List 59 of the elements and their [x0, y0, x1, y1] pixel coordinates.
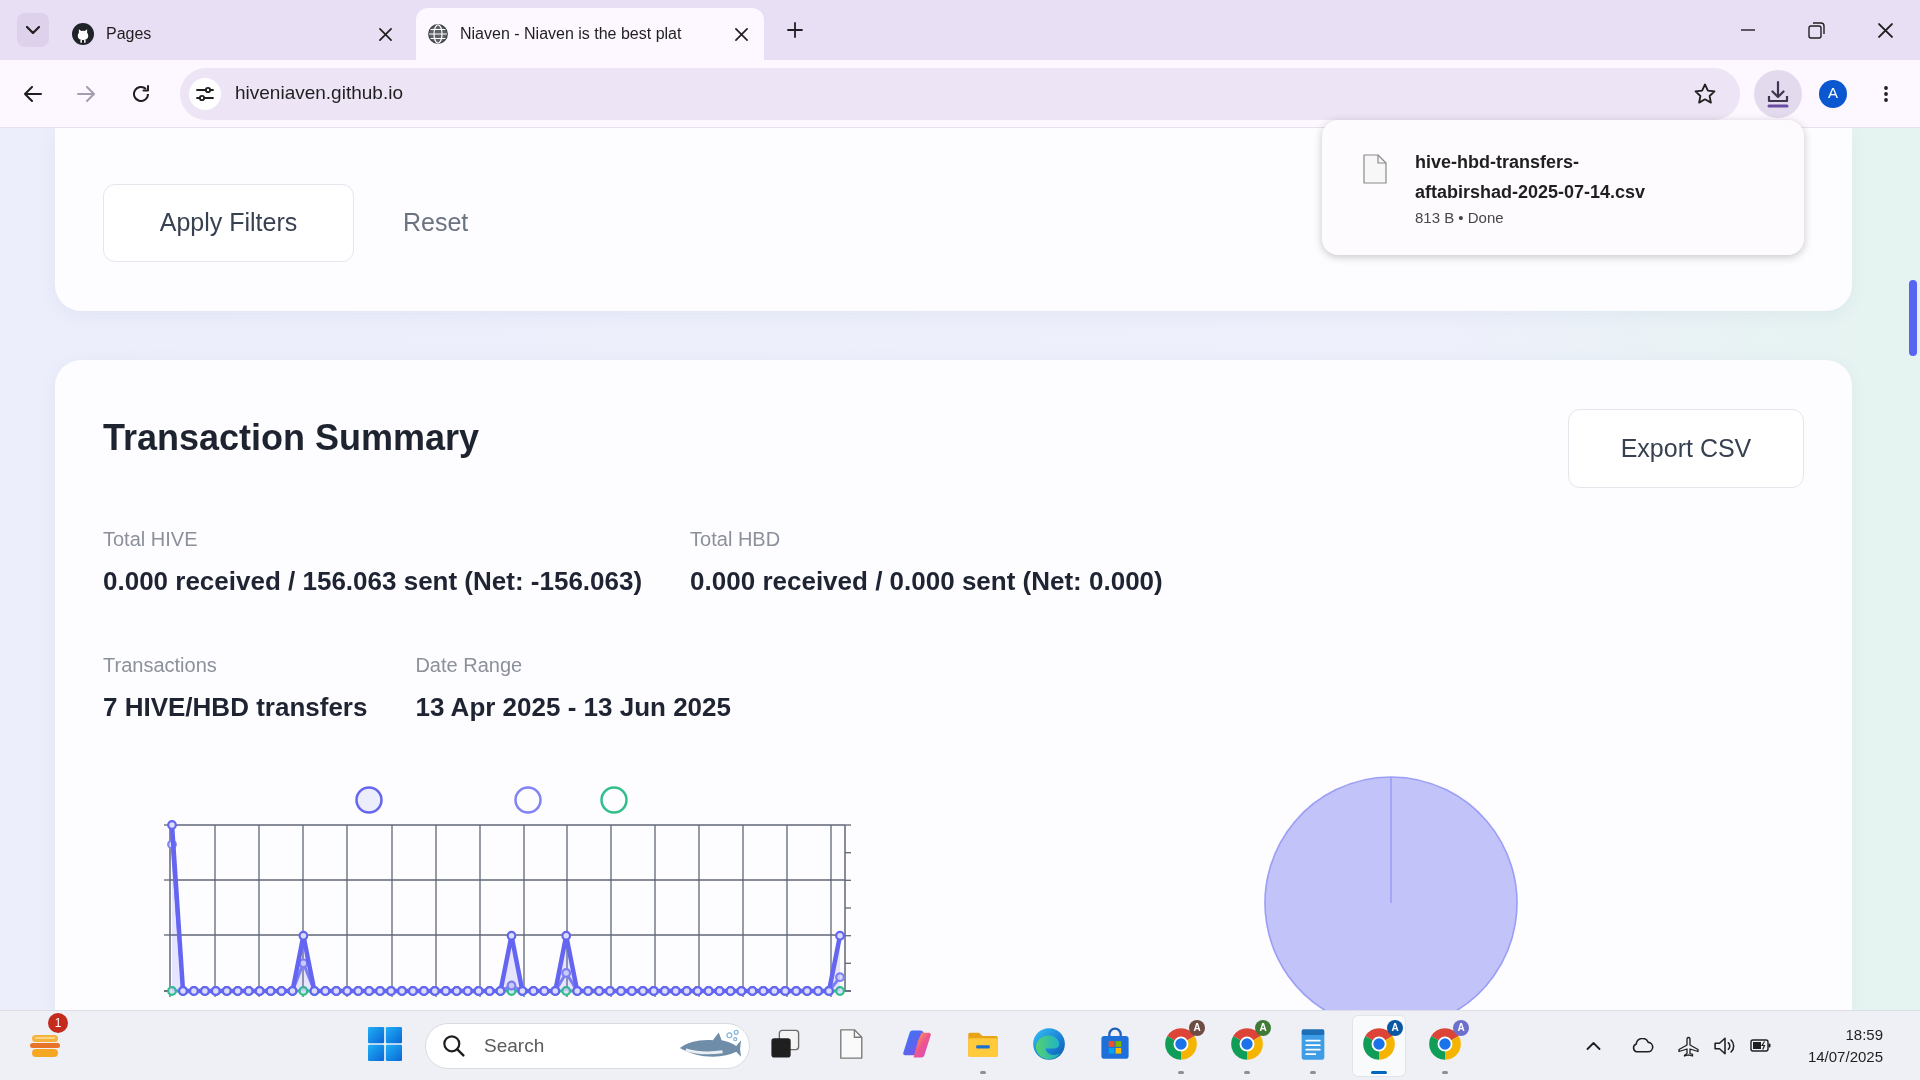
close-icon[interactable]: [1878, 22, 1893, 38]
globe-icon: [428, 24, 448, 44]
legend-marker-icon[interactable]: [514, 786, 542, 814]
taskbar-button[interactable]: A: [1220, 1014, 1274, 1077]
airplane-icon[interactable]: [1677, 1034, 1700, 1057]
search-icon: [443, 1034, 465, 1057]
stat-value: 7 HIVE/HBD transfers: [103, 691, 368, 724]
chevron-down-icon: [26, 26, 40, 34]
minimize-icon[interactable]: [1739, 29, 1756, 31]
cat-logo-icon: [72, 23, 94, 45]
close-icon[interactable]: [379, 27, 392, 41]
battery-icon[interactable]: [1749, 1038, 1772, 1053]
shopping-bag-icon: [1098, 1026, 1132, 1061]
profile-badge: A: [1189, 1019, 1205, 1036]
taskbar-button[interactable]: A: [1418, 1014, 1472, 1077]
file-icon: [1363, 154, 1387, 184]
stat-value: 0.000 received / 156.063 sent (Net: -156.063): [103, 565, 643, 598]
restore-icon[interactable]: [1808, 21, 1825, 39]
plus-icon[interactable]: [787, 22, 803, 38]
reload-icon[interactable]: [133, 85, 149, 102]
notification-badge: 1: [48, 1012, 68, 1033]
apply-filters-button[interactable]: Apply Filters: [103, 184, 354, 262]
profile-badge: A: [1255, 1019, 1271, 1036]
clock-time: 18:59: [1844, 1024, 1883, 1045]
profile-badge: A: [1453, 1019, 1469, 1036]
close-icon[interactable]: [735, 27, 748, 41]
address-bar[interactable]: hiveniaven.github.io: [180, 67, 1740, 120]
stat-value: 0.000 received / 0.000 sent (Net: 0.000): [690, 565, 1163, 598]
export-csv-button[interactable]: Export CSV: [1568, 409, 1804, 488]
back-arrow-icon[interactable]: [24, 85, 42, 102]
profile-avatar[interactable]: A: [1819, 79, 1847, 108]
tab-search-button[interactable]: [17, 13, 49, 47]
kebab-menu-icon[interactable]: [1884, 85, 1888, 102]
stat-value: 13 Apr 2025 - 13 Jun 2025: [415, 691, 731, 724]
taskbar-button[interactable]: A: [1154, 1014, 1208, 1077]
search-field[interactable]: Search: [425, 1022, 750, 1069]
stat-label: Total HBD: [690, 527, 782, 551]
sliders-icon[interactable]: [189, 77, 221, 110]
speaker-icon[interactable]: [1713, 1035, 1736, 1056]
download-status: 813 B • Done: [1415, 208, 1505, 228]
reset-button[interactable]: Reset: [403, 184, 469, 262]
stat-label: Total HIVE: [103, 527, 199, 551]
star-icon[interactable]: [1694, 82, 1716, 105]
taskbar-button[interactable]: A: [1352, 1014, 1406, 1077]
stat-label: Date Range: [415, 653, 524, 677]
legend-marker-icon[interactable]: [600, 786, 628, 814]
scrollbar-thumb[interactable]: [1909, 280, 1917, 356]
file-name[interactable]: hive-hbd-transfers-aftabirshad-2025-07-14.csv: [1415, 147, 1663, 207]
stat-label: Transactions: [103, 653, 218, 677]
clock-date: 14/07/2025: [1807, 1046, 1883, 1067]
legend-marker-icon[interactable]: [355, 786, 383, 814]
profile-badge: A: [1387, 1019, 1403, 1036]
four-squares-icon: [368, 1026, 402, 1061]
browser-tab[interactable]: Pages: [60, 8, 408, 60]
section-title: Transaction Summary: [103, 416, 480, 460]
chevron-up-icon[interactable]: [1585, 1041, 1601, 1050]
browser-tab[interactable]: Niaven - Niaven is the best plat: [416, 8, 764, 60]
wave-circle-icon: [1032, 1026, 1066, 1061]
download-icon[interactable]: [1754, 69, 1802, 118]
